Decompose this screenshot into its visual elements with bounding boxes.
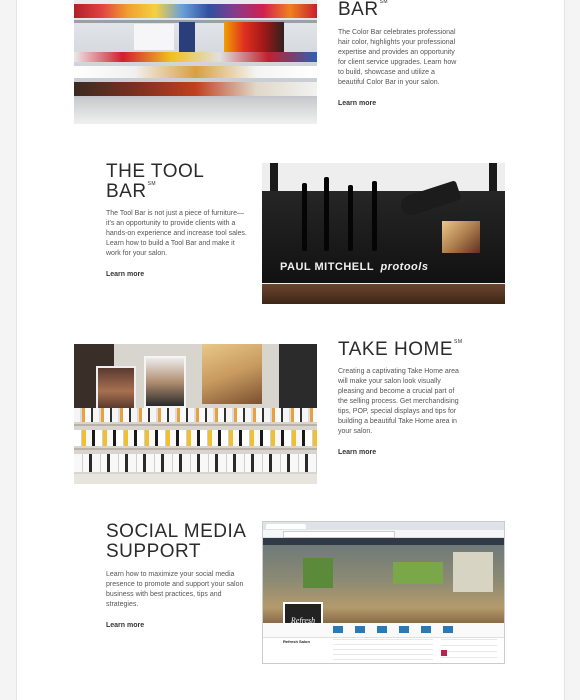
take-home-title: TAKE HOMESM [338, 339, 463, 360]
take-home-description: Creating a captivating Take Home area wi… [338, 367, 459, 435]
social-media-description: Learn how to maximize your social media … [106, 570, 244, 608]
tool-bar-description: The Tool Bar is not just a piece of furn… [106, 209, 247, 257]
take-home-learn-more-link[interactable]: Learn more [338, 449, 376, 456]
salon-profile-name: Refresh Salon [283, 639, 310, 644]
social-media-title: SOCIAL MEDIA SUPPORT [106, 521, 247, 562]
color-bar-image [74, 0, 317, 124]
tool-bar-learn-more-link[interactable]: Learn more [106, 271, 144, 278]
social-media-screenshot: Refresh Refresh Salon [262, 521, 505, 664]
tool-bar-title: THE TOOL BARSM [106, 161, 204, 202]
color-bar-description: The Color Bar celebrates professional ha… [338, 28, 457, 86]
color-bar-title: BARSM [338, 0, 389, 20]
tool-bar-brand-text-2: protools [380, 261, 429, 273]
social-media-learn-more-link[interactable]: Learn more [106, 622, 144, 629]
take-home-image [74, 344, 317, 484]
tool-bar-brand-text: PAUL MITCHELL [280, 261, 374, 273]
page-content: BARSM The Color Bar celebrates professio… [16, 0, 565, 700]
color-bar-learn-more-link[interactable]: Learn more [338, 100, 376, 107]
tool-bar-image: PAUL MITCHELL protools [262, 163, 505, 304]
